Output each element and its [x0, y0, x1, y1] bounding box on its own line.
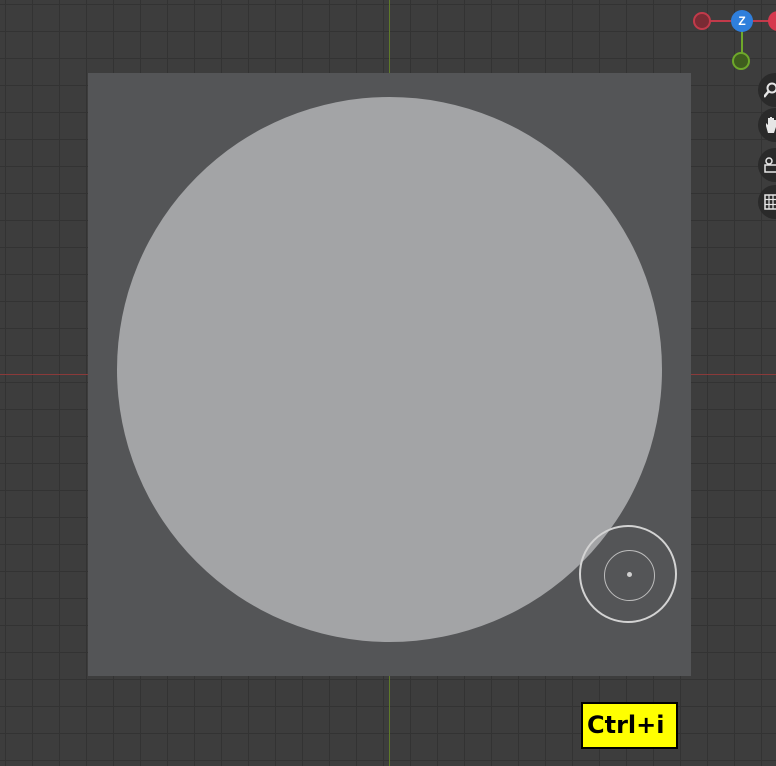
keyboard-shortcut-overlay: Ctrl+i — [581, 702, 678, 749]
gizmo-pos-x-handle[interactable] — [768, 11, 776, 31]
camera-icon — [764, 157, 776, 173]
hand-icon — [766, 117, 776, 133]
gizmo-neg-y-handle[interactable] — [732, 52, 750, 70]
grid-button[interactable] — [758, 185, 776, 219]
gizmo-pos-z-handle[interactable]: Z — [731, 10, 753, 32]
zoom-button[interactable] — [758, 73, 776, 107]
camera-button[interactable] — [758, 148, 776, 182]
pan-button[interactable] — [758, 108, 776, 142]
magnifier-icon — [764, 82, 776, 98]
grid-icon — [764, 194, 776, 210]
gizmo-neg-x-handle[interactable] — [693, 12, 711, 30]
brush-cursor-center — [627, 572, 632, 577]
